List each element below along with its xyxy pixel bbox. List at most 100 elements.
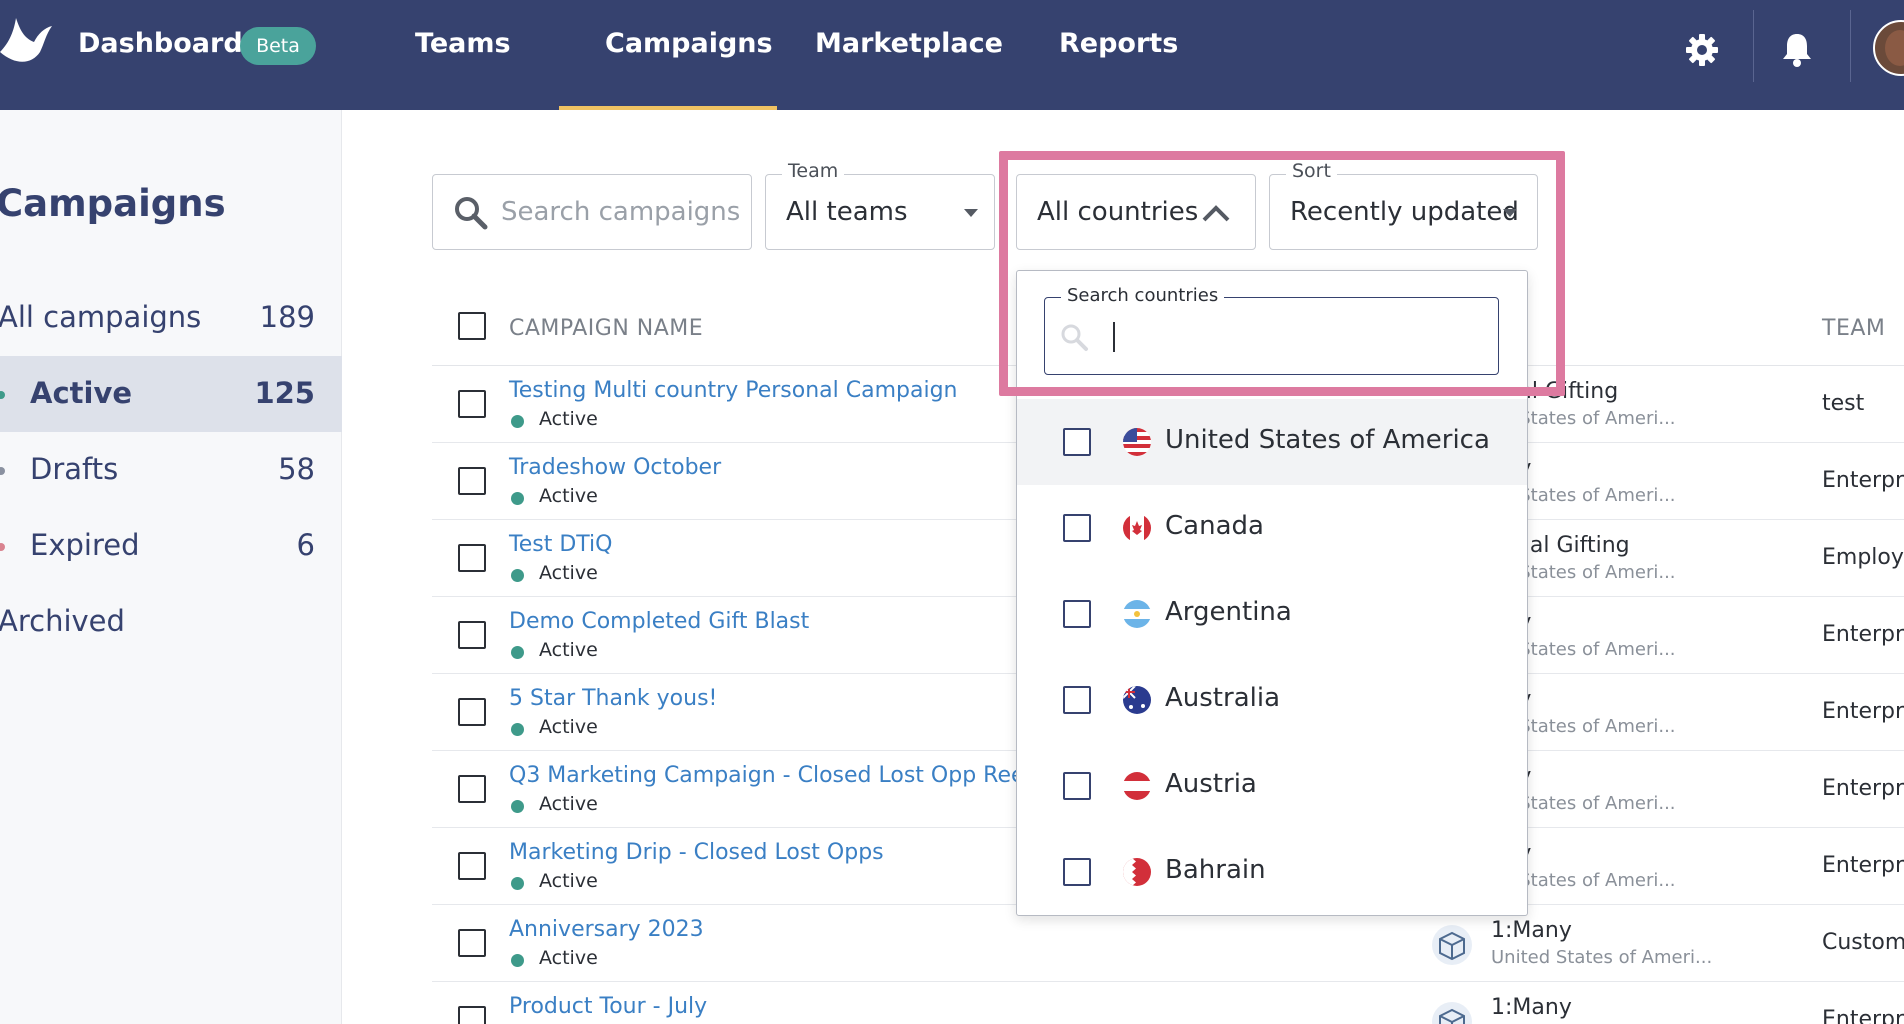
nav-dashboards[interactable]: Dashboards [78, 28, 259, 59]
status-dot [0, 391, 5, 399]
row-checkbox[interactable] [458, 544, 486, 572]
campaign-name-link[interactable]: Testing Multi country Personal Campaign [509, 378, 958, 403]
text-cursor [1113, 322, 1115, 352]
column-header-campaign-name[interactable]: CAMPAIGN NAME [509, 316, 703, 341]
country-option-austria[interactable]: Austria [1017, 743, 1527, 829]
row-checkbox[interactable] [458, 621, 486, 649]
table-row[interactable]: Product Tour - July 1:Many Enterpris [432, 982, 1904, 1024]
campaign-team: Employe [1822, 545, 1904, 570]
gear-icon[interactable] [1685, 33, 1719, 67]
campaign-name-link[interactable]: Q3 Marketing Campaign - Closed Lost Opp … [509, 763, 1079, 788]
gift-box-icon [1432, 1002, 1472, 1024]
sort-label: Sort [1286, 160, 1337, 182]
country-option-canada[interactable]: Canada [1017, 485, 1527, 571]
country-checkbox[interactable] [1063, 428, 1091, 456]
campaign-name-link[interactable]: 5 Star Thank yous! [509, 686, 717, 711]
country-name: Austria [1165, 769, 1257, 799]
search-campaigns-input[interactable]: Search campaigns [432, 174, 752, 250]
sidebar-item-archived[interactable]: Archived [0, 584, 342, 660]
nav-marketplace[interactable]: Marketplace [815, 28, 1003, 59]
nav-teams[interactable]: Teams [415, 28, 511, 59]
active-tab-underline [559, 106, 777, 110]
country-checkbox[interactable] [1063, 514, 1091, 542]
row-checkbox[interactable] [458, 467, 486, 495]
sort-select[interactable]: Sort Recently updated [1269, 160, 1538, 250]
status-dot [511, 877, 524, 890]
search-icon [1061, 324, 1088, 351]
country-option-argentina[interactable]: Argentina [1017, 571, 1527, 657]
status-text: Active [539, 716, 598, 738]
row-checkbox[interactable] [458, 852, 486, 880]
user-avatar[interactable] [1873, 20, 1904, 76]
row-checkbox[interactable] [458, 390, 486, 418]
campaign-name-link[interactable]: Test DTiQ [509, 532, 612, 557]
country-checkbox[interactable] [1063, 858, 1091, 886]
dove-logo-icon[interactable] [0, 12, 56, 72]
select-all-checkbox[interactable] [458, 312, 486, 340]
status-dot [0, 467, 5, 475]
country-filter-value: All countries [1037, 197, 1199, 227]
austria-flag-icon [1123, 772, 1151, 800]
status-dot [511, 569, 524, 582]
status-text: Active [539, 639, 598, 661]
sidebar-item-label: Drafts [30, 452, 119, 486]
country-dropdown-menu: Search countries United States of Americ… [1016, 270, 1528, 916]
search-placeholder: Search campaigns [501, 197, 741, 227]
sidebar-item-active[interactable]: Active 125 [0, 356, 342, 432]
status-text: Active [539, 947, 598, 969]
campaign-type: 1:Many [1491, 918, 1572, 943]
table-row[interactable]: Anniversary 2023 Active 1:Many United St… [432, 905, 1904, 982]
status-dot [511, 723, 524, 736]
sidebar-item-count: 125 [254, 376, 315, 410]
campaign-name-link[interactable]: Marketing Drip - Closed Lost Opps [509, 840, 884, 865]
sidebar-title: Campaigns [0, 182, 226, 225]
country-option-bahrain[interactable]: Bahrain [1017, 829, 1527, 915]
sidebar-item-count: 58 [278, 452, 315, 486]
campaign-name-link[interactable]: Product Tour - July [509, 994, 707, 1019]
row-checkbox[interactable] [458, 698, 486, 726]
nav-reports[interactable]: Reports [1059, 28, 1178, 59]
campaign-name-link[interactable]: Tradeshow October [509, 455, 721, 480]
country-name: Australia [1165, 683, 1281, 713]
chevron-up-icon[interactable] [1201, 203, 1231, 223]
top-navigation: Dashboards Beta Teams Campaigns Marketpl… [0, 0, 1904, 110]
campaign-name-link[interactable]: Anniversary 2023 [509, 917, 704, 942]
status-dot [511, 415, 524, 428]
row-checkbox[interactable] [458, 929, 486, 957]
country-name: United States of America [1165, 425, 1490, 455]
country-option-usa[interactable]: United States of America [1017, 399, 1527, 485]
sidebar-item-expired[interactable]: Expired 6 [0, 508, 342, 584]
campaign-name-link[interactable]: Demo Completed Gift Blast [509, 609, 809, 634]
search-countries-input[interactable]: Search countries [1044, 285, 1499, 375]
status-dot [511, 492, 524, 505]
campaign-team: Enterpris [1822, 468, 1904, 493]
country-option-australia[interactable]: Australia [1017, 657, 1527, 743]
row-checkbox[interactable] [458, 775, 486, 803]
gift-box-icon [1432, 925, 1472, 965]
bell-icon[interactable] [1780, 31, 1814, 67]
campaign-team: Custome [1822, 930, 1904, 955]
nav-campaigns[interactable]: Campaigns [605, 28, 773, 59]
caret-down-icon [964, 209, 978, 217]
team-filter-select[interactable]: Team All teams [765, 160, 995, 250]
australia-flag-icon [1123, 686, 1151, 714]
argentina-flag-icon [1123, 600, 1151, 628]
sidebar-item-label: Active [30, 376, 133, 410]
campaign-type: 1:Many [1491, 995, 1572, 1020]
country-checkbox[interactable] [1063, 600, 1091, 628]
campaign-country: United States of Ameri... [1491, 947, 1713, 968]
status-dot [511, 800, 524, 813]
status-dot [511, 646, 524, 659]
row-checkbox[interactable] [458, 1006, 486, 1024]
column-header-team[interactable]: TEAM [1822, 316, 1885, 341]
country-checkbox[interactable] [1063, 686, 1091, 714]
campaign-team: Enterpris [1822, 776, 1904, 801]
status-text: Active [539, 485, 598, 507]
sidebar-item-label: Expired [30, 528, 140, 562]
sidebar-item-all-campaigns[interactable]: All campaigns 189 [0, 280, 342, 356]
status-text: Active [539, 562, 598, 584]
country-checkbox[interactable] [1063, 772, 1091, 800]
country-name: Argentina [1165, 597, 1292, 627]
sidebar-item-drafts[interactable]: Drafts 58 [0, 432, 342, 508]
status-dot [0, 543, 5, 551]
